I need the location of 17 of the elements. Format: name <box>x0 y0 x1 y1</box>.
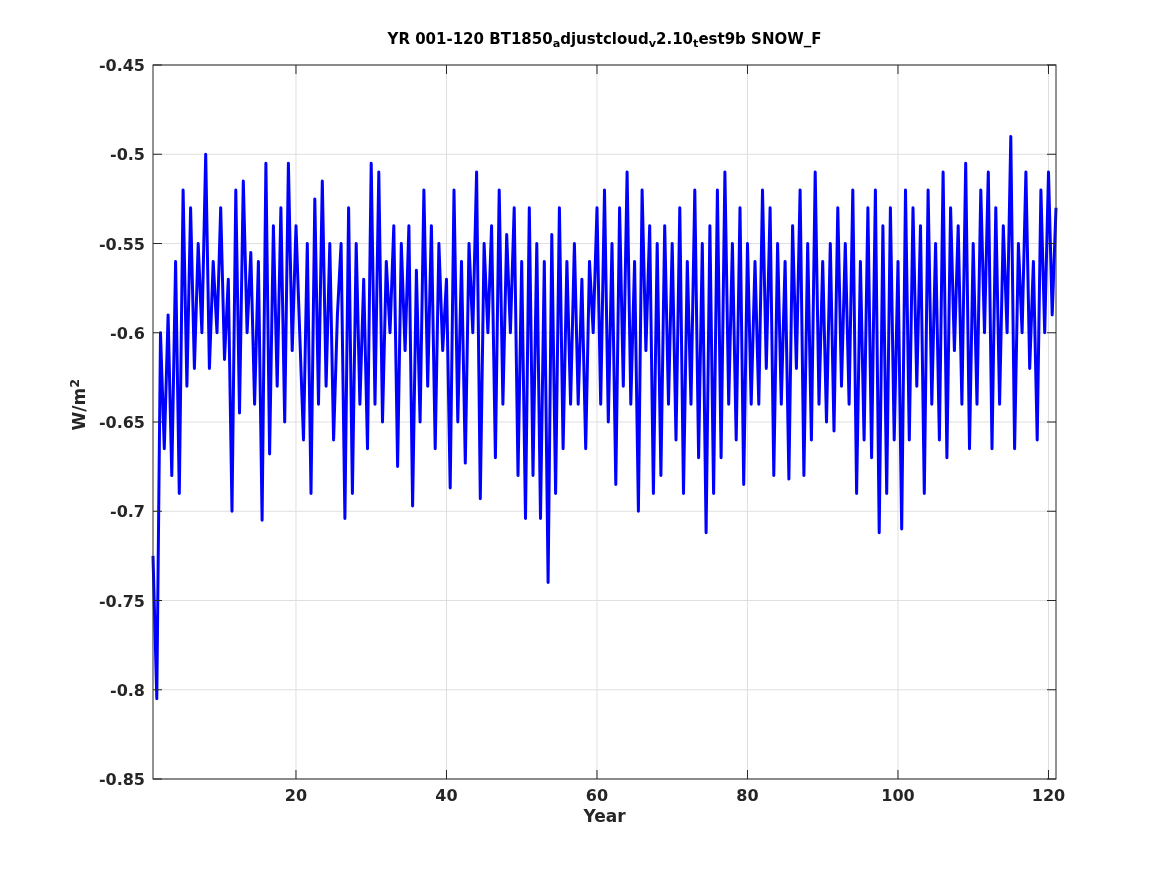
tick-label: 100 <box>881 786 915 805</box>
tick-label: 20 <box>284 786 308 805</box>
tick-label: -0.85 <box>98 770 145 789</box>
tick-label: 40 <box>435 786 458 805</box>
tick-label: -0.75 <box>98 591 145 611</box>
tick-label: -0.6 <box>110 323 145 343</box>
tick-label: -0.5 <box>110 145 145 165</box>
tick-label: -0.65 <box>98 413 145 432</box>
tick-label: 60 <box>585 786 609 805</box>
tick-label: 120 <box>1031 786 1066 805</box>
axis-label: Year <box>583 806 626 826</box>
tick-label: -0.8 <box>110 680 145 700</box>
chart-title: YR 001-120 BT1850$_{a}$djustcloud$_{v}$2.10$_{t}$est9b SNOW_F <box>387 29 822 51</box>
tick-label: -0.7 <box>110 502 145 522</box>
tick-label: -0.55 <box>98 234 145 254</box>
tick-label: 80 <box>736 786 759 805</box>
tick-label: -0.45 <box>98 56 145 75</box>
